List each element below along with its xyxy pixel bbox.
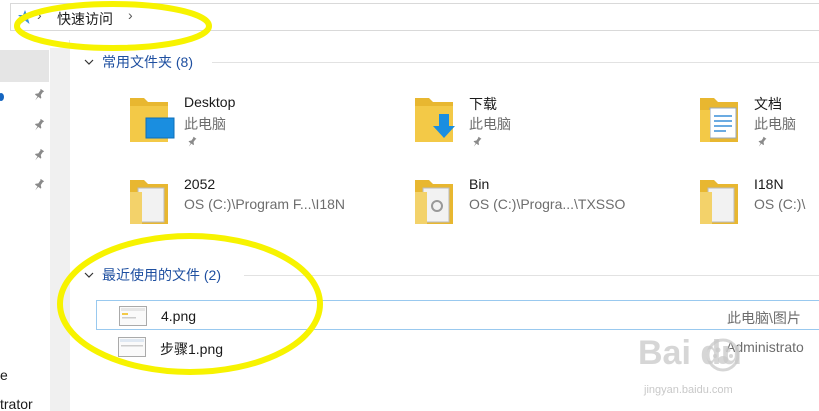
nav-item-label[interactable]: e — [0, 367, 8, 383]
folder-location: OS (C:)\Program F...\I18N — [184, 196, 346, 212]
file-name: 4.png — [161, 308, 197, 324]
file-location: Administrato — [726, 339, 804, 355]
pin-icon[interactable] — [756, 136, 768, 148]
folder-location: 此电脑 — [184, 116, 226, 132]
chevron-down-icon[interactable] — [84, 270, 94, 280]
quick-access-star-icon — [18, 10, 32, 24]
folder-name: 2052 — [184, 176, 216, 192]
nav-item-label[interactable]: trator — [0, 396, 33, 411]
group-title: 最近使用的文件 (2) — [102, 267, 221, 283]
breadcrumb-quick-access[interactable]: 快速访问 — [57, 9, 113, 29]
folder-name: Bin — [469, 176, 490, 192]
folder-tile-downloads[interactable]: 下载 此电脑 — [413, 92, 693, 152]
folder-icon — [130, 180, 168, 224]
file-location: 此电脑\图片 — [727, 310, 801, 326]
address-bar: › 快速访问 › — [0, 0, 819, 34]
folder-icon — [415, 180, 453, 224]
folder-location: OS (C:)\ — [754, 196, 806, 212]
folder-name: I18N — [754, 176, 784, 192]
chevron-down-icon[interactable] — [84, 57, 94, 67]
file-name: 步骤1.png — [160, 341, 224, 357]
pin-icon[interactable] — [32, 88, 46, 102]
group-title: 常用文件夹 (8) — [102, 54, 193, 70]
folder-location: 此电脑 — [469, 116, 511, 132]
nav-item-icon — [0, 93, 4, 101]
breadcrumb-separator[interactable]: › — [37, 7, 42, 23]
watermark-url: jingyan.baidu.com — [644, 384, 733, 396]
folder-tile-i18n[interactable]: I18N OS (C:)\ — [698, 174, 819, 234]
nav-item-quick-access[interactable] — [0, 50, 49, 82]
documents-folder-icon — [700, 98, 738, 142]
folder-tile-2052[interactable]: 2052 OS (C:)\Program F...\I18N — [128, 174, 408, 234]
frequent-folders-header[interactable]: 常用文件夹 (8) — [84, 52, 193, 72]
folder-name: Desktop — [184, 94, 236, 110]
folder-icon — [700, 180, 738, 224]
group-divider — [244, 275, 819, 276]
nav-scrollbar[interactable] — [50, 48, 70, 411]
image-file-icon — [118, 337, 146, 357]
pin-icon[interactable] — [32, 118, 46, 132]
navigation-pane: e trator — [0, 40, 70, 411]
address-field[interactable]: › 快速访问 › — [10, 3, 819, 31]
folder-location: OS (C:)\Progra...\TXSSO — [469, 196, 626, 212]
pin-icon[interactable] — [186, 136, 198, 148]
pin-icon[interactable] — [471, 136, 483, 148]
pin-icon[interactable] — [32, 148, 46, 162]
folder-tile-desktop[interactable]: Desktop 此电脑 — [128, 92, 408, 152]
desktop-folder-icon — [130, 98, 175, 142]
recent-files-header[interactable]: 最近使用的文件 (2) — [84, 265, 221, 285]
folder-name: 下载 — [469, 96, 497, 112]
folder-location: 此电脑 — [754, 116, 796, 132]
folder-name: 文档 — [754, 96, 782, 112]
image-file-icon — [119, 306, 147, 326]
group-divider — [212, 62, 819, 63]
file-row-step1png[interactable]: 步骤1.png Administrato — [96, 332, 819, 362]
folder-tile-documents[interactable]: 文档 此电脑 — [698, 92, 819, 152]
file-row-4png[interactable]: 4.png 此电脑\图片 — [96, 300, 819, 330]
breadcrumb-separator[interactable]: › — [128, 7, 133, 23]
pin-icon[interactable] — [32, 178, 46, 192]
folder-tile-bin[interactable]: Bin OS (C:)\Progra...\TXSSO — [413, 174, 693, 234]
downloads-folder-icon — [415, 98, 455, 142]
